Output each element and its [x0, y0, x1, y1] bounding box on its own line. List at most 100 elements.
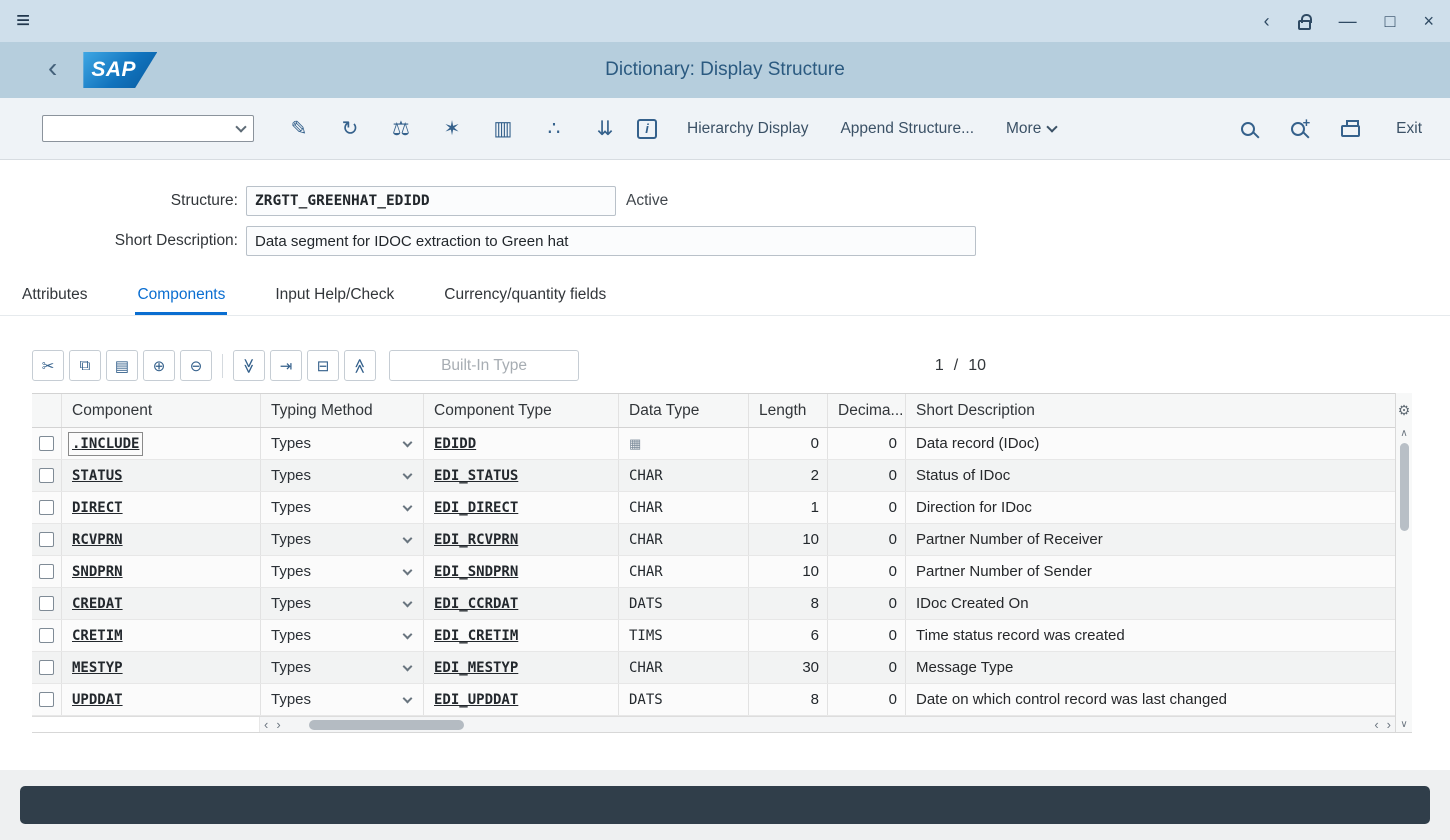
- close-button[interactable]: ×: [1423, 12, 1434, 30]
- scrollbar-spacer: [32, 717, 260, 732]
- cut-icon[interactable]: ✂: [32, 350, 64, 381]
- page-current[interactable]: 1: [935, 357, 944, 375]
- command-input[interactable]: [43, 116, 237, 141]
- expand-all-icon[interactable]: ≫: [233, 350, 265, 381]
- component-type-link[interactable]: EDI_UPDDAT: [434, 692, 518, 708]
- titlebar-back-icon[interactable]: ‹: [1264, 12, 1270, 30]
- print-icon[interactable]: [1341, 125, 1360, 137]
- column-decimals[interactable]: Decima...: [828, 394, 906, 427]
- exit-button[interactable]: Exit: [1396, 120, 1422, 138]
- row-checkbox[interactable]: [39, 532, 54, 547]
- component-link[interactable]: UPDDAT: [72, 692, 123, 708]
- maximize-button[interactable]: □: [1385, 12, 1396, 30]
- short-description-field[interactable]: Data segment for IDOC extraction to Gree…: [246, 226, 976, 256]
- typing-method-dropdown[interactable]: Types: [261, 524, 424, 555]
- collapse-all-icon[interactable]: ≪: [344, 350, 376, 381]
- horizontal-scrollbar[interactable]: ‹ › ‹ ›: [32, 716, 1395, 732]
- typing-method-dropdown[interactable]: Types: [261, 556, 424, 587]
- hierarchy-icon[interactable]: ∴: [535, 111, 573, 147]
- component-type-link[interactable]: EDI_DIRECT: [434, 500, 518, 516]
- row-checkbox[interactable]: [39, 660, 54, 675]
- component-link[interactable]: .INCLUDE: [72, 436, 139, 452]
- scroll-down-icon[interactable]: ∨: [1400, 718, 1407, 732]
- component-type-link[interactable]: EDI_RCVPRN: [434, 532, 518, 548]
- component-link[interactable]: CRETIM: [72, 628, 123, 644]
- more-button[interactable]: More: [1006, 120, 1056, 138]
- built-in-type-button[interactable]: Built-In Type: [389, 350, 579, 381]
- row-checkbox[interactable]: [39, 628, 54, 643]
- minimize-button[interactable]: —: [1339, 12, 1357, 30]
- scroll-right-icon[interactable]: ›: [1383, 718, 1395, 731]
- row-checkbox[interactable]: [39, 436, 54, 451]
- typing-method-dropdown[interactable]: Types: [261, 588, 424, 619]
- scroll-left-icon[interactable]: ‹: [1370, 718, 1382, 731]
- search-icon[interactable]: [1241, 122, 1255, 136]
- column-component[interactable]: Component: [62, 394, 261, 427]
- typing-method-dropdown[interactable]: Types: [261, 684, 424, 715]
- vertical-scrollbar[interactable]: ⚙ ∧ ∨: [1395, 393, 1412, 732]
- component-link[interactable]: SNDPRN: [72, 564, 123, 580]
- tab-item[interactable]: Input Help/Check: [273, 280, 396, 315]
- hierarchy-display-button[interactable]: Hierarchy Display: [687, 120, 808, 138]
- activate-icon[interactable]: ✶: [433, 111, 471, 147]
- compare-icon[interactable]: ⚖: [382, 111, 420, 147]
- scroll-up-icon[interactable]: ∧: [1400, 427, 1407, 441]
- component-link[interactable]: CREDAT: [72, 596, 123, 612]
- row-checkbox[interactable]: [39, 596, 54, 611]
- component-link[interactable]: RCVPRN: [72, 532, 123, 548]
- vscroll-thumb[interactable]: [1400, 443, 1409, 531]
- scroll-left-icon[interactable]: ‹: [260, 718, 272, 731]
- row-checkbox[interactable]: [39, 692, 54, 707]
- component-link[interactable]: STATUS: [72, 468, 123, 484]
- structure-label: Structure:: [0, 192, 238, 210]
- info-icon[interactable]: i: [637, 119, 657, 139]
- lock-icon[interactable]: [1298, 20, 1311, 30]
- component-type-link[interactable]: EDI_CRETIM: [434, 628, 518, 644]
- column-length[interactable]: Length: [749, 394, 828, 427]
- insert-line-icon[interactable]: ⇥: [270, 350, 302, 381]
- refresh-icon[interactable]: ↻: [331, 111, 369, 147]
- hscroll-thumb[interactable]: [309, 720, 464, 730]
- scroll-right-icon[interactable]: ›: [272, 718, 284, 731]
- length-value: 2: [811, 467, 819, 484]
- menu-icon[interactable]: ≡: [16, 9, 30, 33]
- column-component-type[interactable]: Component Type: [424, 394, 619, 427]
- table-settings-icon[interactable]: ⚙: [1398, 393, 1411, 427]
- check-icon[interactable]: ▥: [484, 111, 522, 147]
- append-structure-button[interactable]: Append Structure...: [840, 120, 974, 138]
- command-field[interactable]: [42, 115, 254, 142]
- row-checkbox[interactable]: [39, 468, 54, 483]
- copy-icon[interactable]: ⧉: [69, 350, 101, 381]
- component-link[interactable]: MESTYP: [72, 660, 123, 676]
- tab-item[interactable]: Components: [135, 280, 227, 315]
- row-checkbox[interactable]: [39, 564, 54, 579]
- column-typing-method[interactable]: Typing Method: [261, 394, 424, 427]
- typing-method-dropdown[interactable]: Types: [261, 492, 424, 523]
- search-plus-icon[interactable]: +: [1291, 122, 1305, 136]
- column-data-type[interactable]: Data Type: [619, 394, 749, 427]
- typing-method-dropdown[interactable]: Types: [261, 460, 424, 491]
- delete-line-icon[interactable]: ⊟: [307, 350, 339, 381]
- component-type-link[interactable]: EDI_SNDPRN: [434, 564, 518, 580]
- component-type-link[interactable]: EDI_MESTYP: [434, 660, 518, 676]
- sort-icon[interactable]: ⇊: [586, 111, 624, 147]
- hscroll-track[interactable]: [285, 717, 1371, 732]
- row-checkbox[interactable]: [39, 500, 54, 515]
- remove-row-icon[interactable]: ⊖: [180, 350, 212, 381]
- component-link[interactable]: DIRECT: [72, 500, 123, 516]
- paste-icon[interactable]: ▤: [106, 350, 138, 381]
- column-short-description[interactable]: Short Description: [906, 394, 1395, 427]
- main-toolbar: ✎ ↻ ⚖ ✶ ▥ ∴ ⇊ i Hierarchy Display Append…: [0, 98, 1450, 160]
- typing-method-dropdown[interactable]: Types: [261, 428, 424, 459]
- structure-field[interactable]: ZRGTT_GREENHAT_EDIDD: [246, 186, 616, 216]
- tab-item[interactable]: Currency/quantity fields: [442, 280, 608, 315]
- component-type-link[interactable]: EDIDD: [434, 436, 476, 452]
- component-type-link[interactable]: EDI_CCRDAT: [434, 596, 518, 612]
- typing-method-dropdown[interactable]: Types: [261, 652, 424, 683]
- display-change-icon[interactable]: ✎: [280, 111, 318, 147]
- back-button[interactable]: ‹: [48, 52, 57, 84]
- tab-item[interactable]: Attributes: [20, 280, 89, 315]
- typing-method-dropdown[interactable]: Types: [261, 620, 424, 651]
- add-row-icon[interactable]: ⊕: [143, 350, 175, 381]
- component-type-link[interactable]: EDI_STATUS: [434, 468, 518, 484]
